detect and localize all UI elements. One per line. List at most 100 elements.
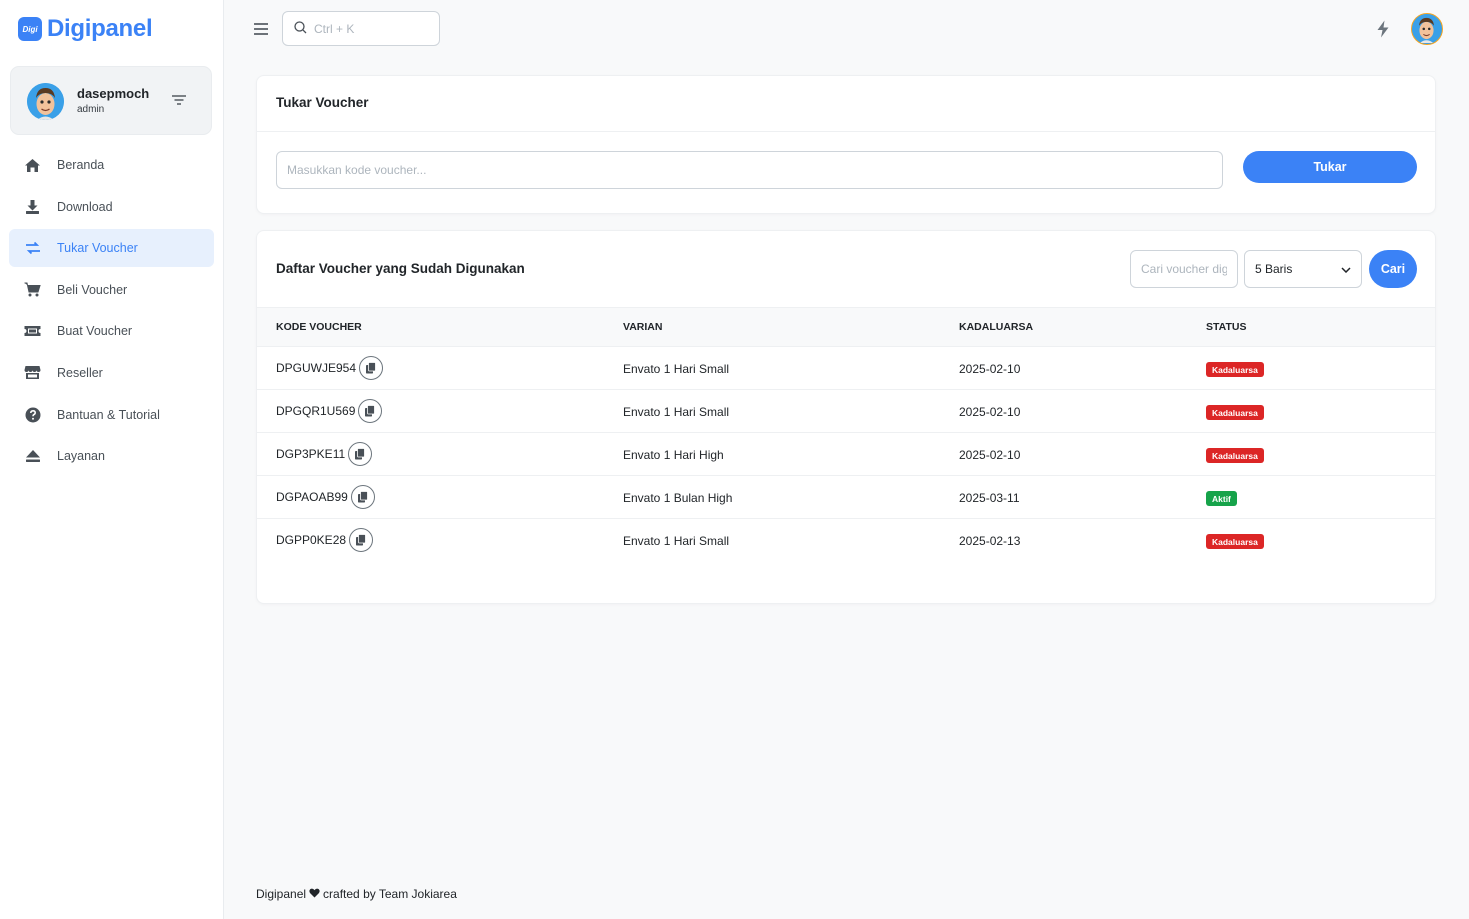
expiry-cell: 2025-02-13 [959,534,1021,548]
sidebar-item-tukar-voucher[interactable]: Tukar Voucher [9,229,214,268]
brand-badge-icon: Digi [18,17,42,41]
rows-per-page-value: 5 Baris [1255,262,1293,276]
sidebar-item-layanan[interactable]: Layanan [9,437,214,475]
avatar-face-icon [1412,14,1441,43]
table-row: DPGQR1U569 Envato 1 Hari Small 2025-02-1… [257,390,1435,433]
brand-logo[interactable]: Digi Digipanel [18,15,153,43]
chevron-down-icon [1341,262,1351,276]
copy-icon [365,405,376,417]
user-avatar [27,83,64,120]
voucher-code-cell: DGPP0KE28 [276,528,374,552]
copy-icon [355,448,366,460]
sidebar-item-beranda[interactable]: Beranda [9,146,214,184]
table-row: DGPP0KE28 Envato 1 Hari Small 2025-02-13… [257,519,1435,562]
variant-cell: Envato 1 Hari Small [623,405,730,419]
exchange-icon [24,240,41,257]
table-header: KODE VOUCHER VARIAN KADALUARSA STATUS [257,308,1435,347]
avatar-face-icon [27,83,64,120]
heart-icon [309,887,320,901]
search-button[interactable]: Cari [1369,250,1417,288]
download-icon [24,198,41,215]
topbar [225,0,1469,58]
table-row: DGP3PKE11 Envato 1 Hari High 2025-02-10 … [257,433,1435,476]
sidebar: Digi Digipanel dasepmoch admin Beranda D… [0,0,224,919]
expiry-cell: 2025-03-11 [959,491,1020,505]
sidebar-item-label: Beranda [57,158,105,172]
column-header-status[interactable]: STATUS [1206,321,1246,333]
search-icon [294,20,307,37]
copy-button[interactable] [348,442,373,466]
table-row: DPGUWJE954 Envato 1 Hari Small 2025-02-1… [257,347,1435,390]
expiry-cell: 2025-02-10 [959,448,1021,462]
voucher-code-cell: DPGUWJE954 [276,356,384,380]
status-badge: Kadaluarsa [1206,534,1264,549]
table-row: DGPAOAB99 Envato 1 Bulan High 2025-03-11… [257,476,1435,519]
redeem-voucher-card: Tukar Voucher Tukar [256,75,1436,214]
filter-icon[interactable] [171,93,187,107]
store-icon [24,364,41,381]
sidebar-item-beli-voucher[interactable]: Beli Voucher [9,271,214,309]
sidebar-nav: Beranda Download Tukar Voucher Beli Vouc… [9,146,214,479]
hamburger-menu-icon[interactable] [253,22,269,36]
card-divider [257,131,1435,132]
voucher-code: DPGQR1U569 [276,404,356,418]
variant-cell: Envato 1 Hari Small [623,362,730,376]
status-badge: Kadaluarsa [1206,362,1264,377]
global-search[interactable] [282,11,440,46]
expiry-cell: 2025-02-10 [959,362,1021,376]
global-search-input[interactable] [314,21,424,36]
brand-name: Digipanel [47,15,153,42]
voucher-code: DGP3PKE11 [276,447,346,461]
bolt-icon[interactable] [1376,20,1390,38]
redeem-button[interactable]: Tukar [1243,151,1417,183]
profile-avatar[interactable] [1411,13,1443,45]
copy-button[interactable] [350,485,375,509]
expiry-cell: 2025-02-10 [959,405,1021,419]
sidebar-item-label: Bantuan & Tutorial [57,407,160,422]
voucher-code-cell: DPGQR1U569 [276,399,383,423]
column-header-variant[interactable]: VARIAN [623,321,662,333]
eject-icon [24,448,41,465]
sidebar-item-label: Reseller [57,365,103,380]
column-header-expiry[interactable]: KADALUARSA [959,321,1033,333]
sidebar-item-label: Download [57,199,113,214]
voucher-code-cell: DGPAOAB99 [276,485,375,509]
cart-icon [24,281,41,298]
sidebar-item-buat-voucher[interactable]: Buat Voucher [9,312,214,350]
sidebar-item-label: Tukar Voucher [57,241,138,256]
sidebar-item-label: Layanan [57,449,105,464]
copy-icon [356,534,366,546]
variant-cell: Envato 1 Hari Small [623,534,730,548]
sidebar-item-label: Beli Voucher [57,282,128,297]
voucher-code: DGPAOAB99 [276,490,348,504]
help-icon [24,406,41,423]
user-card: dasepmoch admin [10,66,212,135]
footer-credit: crafted by Team Jokiarea [323,887,457,901]
sidebar-item-bantuan[interactable]: Bantuan & Tutorial [9,396,214,434]
copy-icon [366,362,376,374]
redeem-card-title: Tukar Voucher [276,95,369,110]
sidebar-item-download[interactable]: Download [9,188,214,226]
used-vouchers-title: Daftar Voucher yang Sudah Digunakan [276,261,525,276]
status-badge: Kadaluarsa [1206,448,1264,463]
rows-per-page-select[interactable]: 5 Baris [1244,250,1362,288]
used-vouchers-card: Daftar Voucher yang Sudah Digunakan 5 Ba… [256,230,1436,604]
copy-button[interactable] [349,528,374,552]
status-badge: Kadaluarsa [1206,405,1264,420]
column-header-code[interactable]: KODE VOUCHER [276,321,362,333]
copy-icon [357,491,368,503]
voucher-code: DPGUWJE954 [276,361,357,375]
home-icon [24,157,41,174]
status-badge: Aktif [1206,491,1237,506]
footer-brand: Digipanel [256,887,307,901]
voucher-code: DGPP0KE28 [276,533,347,547]
sidebar-item-label: Buat Voucher [57,324,133,339]
user-name: dasepmoch [77,86,150,101]
copy-button[interactable] [358,399,383,423]
sidebar-item-reseller[interactable]: Reseller [9,354,214,392]
voucher-code-input[interactable] [276,151,1223,189]
used-voucher-search-input[interactable] [1130,250,1238,288]
ticket-icon [24,323,41,340]
voucher-code-cell: DGP3PKE11 [276,442,373,466]
copy-button[interactable] [359,356,384,380]
